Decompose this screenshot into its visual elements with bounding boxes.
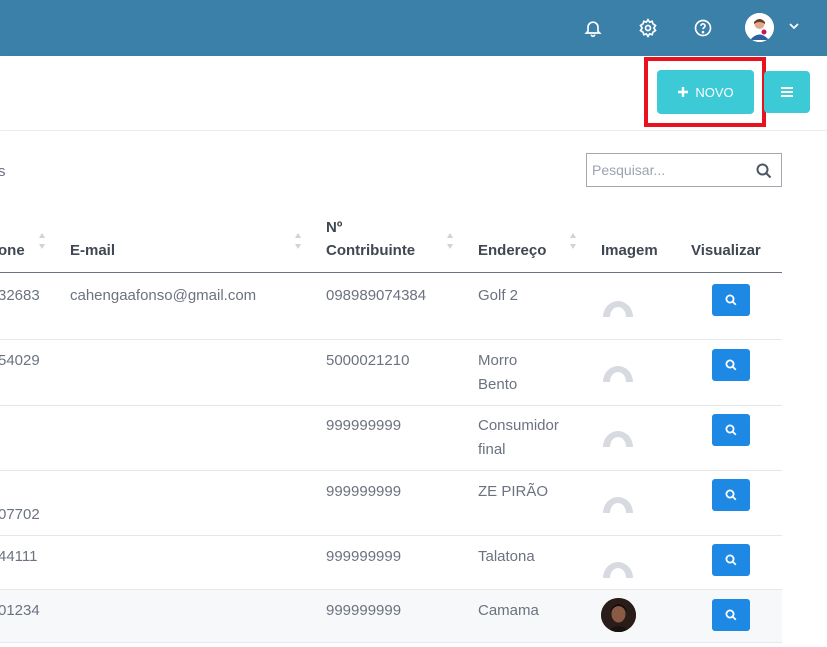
menu-icon — [781, 87, 793, 97]
column-header-image: Imagem — [601, 242, 658, 259]
list-info-fragment: s — [0, 163, 6, 180]
search-input[interactable] — [592, 154, 752, 186]
cell-address-line1: Consumidor — [478, 417, 559, 434]
gear-icon[interactable] — [634, 14, 662, 42]
view-button[interactable] — [712, 544, 750, 576]
avatar-placeholder-icon — [603, 366, 633, 382]
cell-address-line2: final — [478, 441, 506, 458]
avatar-placeholder-icon — [603, 562, 633, 578]
sort-icon[interactable] — [569, 232, 577, 250]
menu-button[interactable] — [764, 71, 810, 113]
cell-phone: 32683 — [0, 287, 40, 304]
cell-address: Morro Bento — [478, 349, 517, 397]
sort-icon[interactable] — [38, 232, 46, 250]
column-header-nif-line2: Contribuinte — [326, 242, 416, 259]
avatar-placeholder-icon — [603, 497, 633, 513]
cell-address-line2: Bento — [478, 376, 518, 393]
cell-nif: 999999999 — [326, 483, 402, 500]
sort-icon[interactable] — [446, 232, 454, 250]
plus-icon — [678, 87, 689, 97]
new-button[interactable]: NOVO — [657, 70, 754, 114]
column-header-view: Visualizar — [691, 242, 761, 259]
cell-phone: 44111 — [0, 548, 38, 565]
search-icon — [725, 424, 737, 436]
avatar-placeholder-icon — [603, 431, 633, 447]
view-button[interactable] — [712, 284, 750, 316]
cell-nif: 999999999 — [326, 548, 402, 565]
cell-address: Talatona — [478, 545, 535, 569]
cell-address-line1: Camama — [478, 602, 539, 619]
cell-nif: 098989074384 — [326, 287, 427, 304]
cell-email: cahengaafonso@gmail.com — [70, 287, 257, 304]
avatar-placeholder-icon — [603, 301, 633, 317]
search-icon[interactable] — [756, 163, 772, 179]
help-icon[interactable] — [689, 14, 717, 42]
column-header-email[interactable]: E-mail — [70, 239, 115, 262]
top-bar — [0, 0, 827, 56]
new-button-label: NOVO — [695, 84, 734, 100]
cell-phone: 54029 — [0, 352, 40, 369]
cell-phone: 01234 — [0, 602, 40, 619]
cell-address-line1: Talatona — [478, 548, 535, 565]
client-photo — [601, 598, 636, 632]
search-box — [586, 153, 782, 187]
column-header-nif[interactable]: Nº Contribuinte — [326, 216, 415, 262]
cell-phone: 07702 — [0, 506, 40, 523]
cell-nif: 5000021210 — [326, 352, 410, 369]
search-icon — [725, 359, 737, 371]
cell-address: Golf 2 — [478, 284, 518, 308]
bell-icon[interactable] — [579, 14, 607, 42]
cell-address: Consumidor final — [478, 414, 559, 462]
sort-icon[interactable] — [294, 232, 302, 250]
avatar[interactable] — [745, 13, 774, 42]
search-icon — [725, 554, 737, 566]
view-button[interactable] — [712, 414, 750, 446]
search-icon — [725, 609, 737, 621]
column-header-nif-line1: Nº — [326, 219, 343, 236]
cell-address-line1: Golf 2 — [478, 287, 519, 304]
chevron-down-icon[interactable] — [786, 18, 802, 34]
cell-address: ZE PIRÃO — [478, 480, 548, 504]
cell-address-line1: Morro — [478, 352, 518, 369]
column-header-phone[interactable]: one — [0, 239, 25, 262]
column-header-address[interactable]: Endereço — [478, 239, 546, 262]
search-icon — [725, 489, 737, 501]
search-icon — [725, 294, 737, 306]
cell-address-line1: ZE PIRÃO — [478, 483, 549, 500]
view-button[interactable] — [712, 479, 750, 511]
cell-nif: 999999999 — [326, 417, 402, 434]
view-button[interactable] — [712, 599, 750, 631]
cell-nif: 999999999 — [326, 602, 402, 619]
cell-address: Camama — [478, 599, 539, 623]
view-button[interactable] — [712, 349, 750, 381]
